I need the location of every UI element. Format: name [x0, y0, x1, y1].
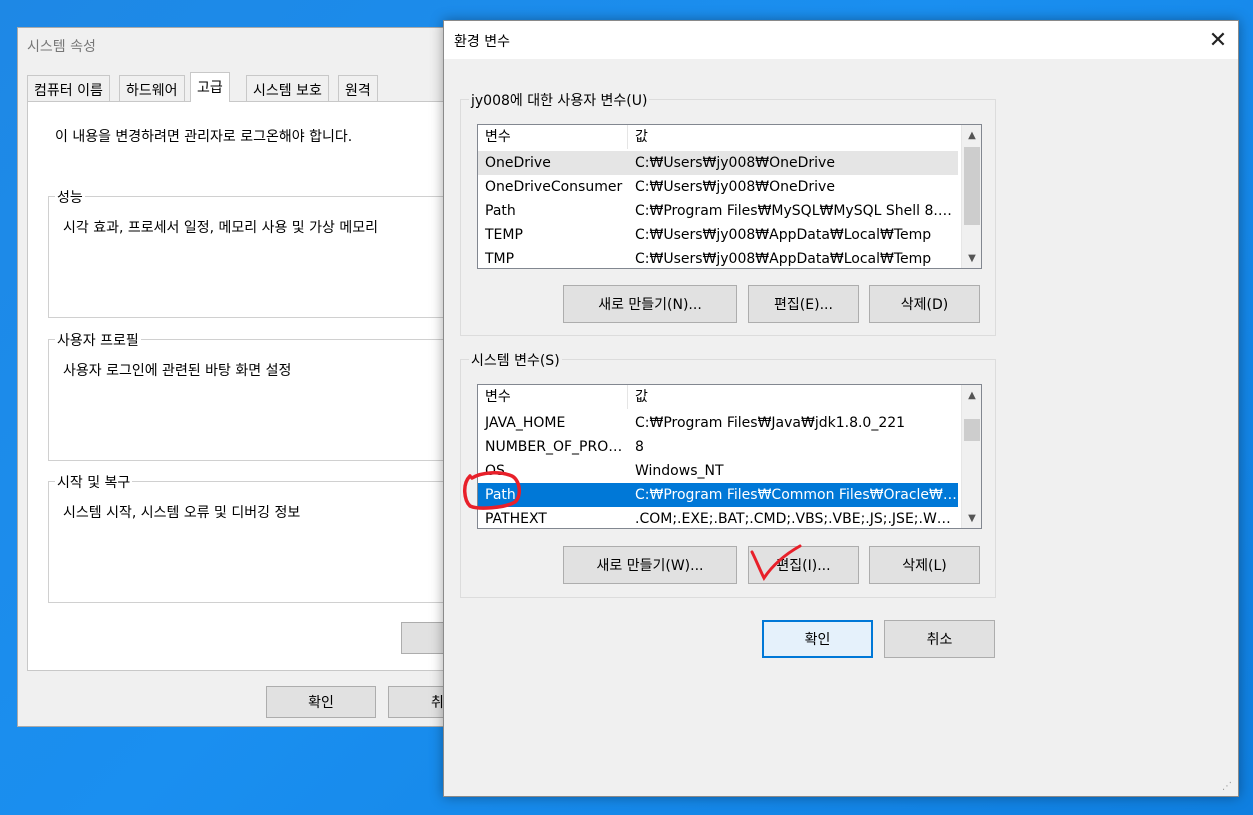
user-variables-list[interactable]: 변수 값 OneDrive C:₩Users₩jy008₩OneDrive On… [477, 124, 982, 269]
user-var-row-onedriveconsumer[interactable]: OneDriveConsumer C:₩Users₩jy008₩OneDrive [478, 175, 958, 199]
tab-hardware[interactable]: 하드웨어 [119, 75, 185, 101]
system-variables-group: 시스템 변수(S) 변수 값 JAVA_HOME C:₩Program File… [460, 350, 996, 598]
var-value: 8 [635, 439, 644, 455]
system-list-header: 변수 값 [478, 385, 958, 409]
var-value: Windows_NT [635, 463, 724, 479]
var-name: OneDrive [485, 155, 551, 171]
user-edit-button[interactable]: 편집(E)... [748, 285, 859, 323]
admin-note: 이 내용을 변경하려면 관리자로 로그온해야 합니다. [55, 129, 353, 145]
system-col-value[interactable]: 값 [628, 385, 958, 409]
env-dialog-title: 환경 변수 [454, 34, 510, 50]
tab-advanced[interactable]: 고급 [190, 72, 230, 102]
var-value: C:₩Users₩jy008₩OneDrive [635, 179, 835, 195]
tab-remote[interactable]: 원격 [338, 75, 378, 101]
user-variables-group: jy008에 대한 사용자 변수(U) 변수 값 OneDrive C:₩Use… [460, 90, 996, 336]
system-delete-button[interactable]: 삭제(L) [869, 546, 980, 584]
user-delete-button[interactable]: 삭제(D) [869, 285, 980, 323]
system-var-row-number-of-processors[interactable]: NUMBER_OF_PROC... 8 [478, 435, 958, 459]
startup-recovery-group: 시작 및 복구 시스템 시작, 시스템 오류 및 디버깅 정보 [48, 472, 468, 603]
tab-computer-name[interactable]: 컴퓨터 이름 [27, 75, 110, 101]
user-var-row-tmp[interactable]: TMP C:₩Users₩jy008₩AppData₩Local₩Temp [478, 247, 958, 268]
var-name: OneDriveConsumer [485, 179, 623, 195]
env-ok-button[interactable]: 확인 [762, 620, 873, 658]
user-var-row-path[interactable]: Path C:₩Program Files₩MySQL₩MySQL Shell … [478, 199, 958, 223]
var-value: C:₩Program Files₩Java₩jdk1.8.0_221 [635, 415, 906, 431]
system-list-scrollbar[interactable]: ▲ ▼ [961, 385, 981, 528]
user-var-row-onedrive[interactable]: OneDrive C:₩Users₩jy008₩OneDrive [478, 151, 958, 175]
user-col-value[interactable]: 값 [628, 125, 958, 149]
system-var-row-pathext[interactable]: PATHEXT .COM;.EXE;.BAT;.CMD;.VBS;.VBE;.J… [478, 507, 958, 528]
user-profile-description: 사용자 로그인에 관련된 바탕 화면 설정 [63, 363, 292, 379]
scroll-down-icon[interactable]: ▼ [962, 508, 981, 528]
close-icon[interactable]: ✕ [1198, 21, 1238, 59]
system-properties-window: 시스템 속성 컴퓨터 이름 하드웨어 고급 시스템 보호 원격 이 내용을 변경… [17, 27, 468, 727]
var-name: TEMP [485, 227, 523, 243]
var-value: C:₩Program Files₩MySQL₩MySQL Shell 8.0₩.… [635, 203, 958, 219]
var-name: TMP [485, 251, 515, 267]
environment-variables-dialog: 환경 변수 ✕ jy008에 대한 사용자 변수(U) 변수 값 OneDriv… [443, 20, 1239, 797]
system-new-button[interactable]: 새로 만들기(W)... [563, 546, 737, 584]
scroll-down-icon[interactable]: ▼ [962, 248, 981, 268]
user-col-name[interactable]: 변수 [478, 125, 628, 149]
var-name: NUMBER_OF_PROC... [485, 439, 628, 455]
env-cancel-button[interactable]: 취소 [884, 620, 995, 658]
system-var-row-os[interactable]: OS Windows_NT [478, 459, 958, 483]
user-list-scrollbar[interactable]: ▲ ▼ [961, 125, 981, 268]
var-value: C:₩Users₩jy008₩AppData₩Local₩Temp [635, 227, 932, 243]
startup-recovery-label: 시작 및 복구 [55, 472, 133, 492]
user-var-row-temp[interactable]: TEMP C:₩Users₩jy008₩AppData₩Local₩Temp [478, 223, 958, 247]
startup-recovery-description: 시스템 시작, 시스템 오류 및 디버깅 정보 [63, 505, 301, 521]
scroll-up-icon[interactable]: ▲ [962, 385, 981, 405]
sysprops-ok-button[interactable]: 확인 [266, 686, 376, 718]
system-variables-list[interactable]: 변수 값 JAVA_HOME C:₩Program Files₩Java₩jdk… [477, 384, 982, 529]
system-edit-button[interactable]: 편집(I)... [748, 546, 859, 584]
var-name: JAVA_HOME [485, 415, 566, 431]
performance-group: 성능 시각 효과, 프로세서 일정, 메모리 사용 및 가상 메모리 [48, 187, 468, 318]
system-col-name[interactable]: 변수 [478, 385, 628, 409]
scroll-thumb[interactable] [964, 147, 980, 225]
scroll-thumb[interactable] [964, 419, 980, 441]
system-var-row-path[interactable]: Path C:₩Program Files₩Common Files₩Oracl… [478, 483, 958, 507]
scroll-up-icon[interactable]: ▲ [962, 125, 981, 145]
system-var-row-java-home[interactable]: JAVA_HOME C:₩Program Files₩Java₩jdk1.8.0… [478, 411, 958, 435]
advanced-tab-panel: 이 내용을 변경하려면 관리자로 로그온해야 합니다. 성능 시각 효과, 프로… [27, 101, 468, 671]
system-variables-label: 시스템 변수(S) [469, 350, 562, 370]
user-profile-label: 사용자 프로필 [55, 330, 141, 350]
var-value: C:₩Users₩jy008₩OneDrive [635, 155, 835, 171]
var-value: C:₩Users₩jy008₩AppData₩Local₩Temp [635, 251, 932, 267]
user-variables-label: jy008에 대한 사용자 변수(U) [469, 90, 650, 110]
var-value: .COM;.EXE;.BAT;.CMD;.VBS;.VBE;.JS;.JSE;.… [635, 511, 958, 527]
user-list-header: 변수 값 [478, 125, 958, 149]
performance-description: 시각 효과, 프로세서 일정, 메모리 사용 및 가상 메모리 [63, 220, 378, 236]
env-title-bar: 환경 변수 ✕ [444, 21, 1238, 59]
tab-system-protection[interactable]: 시스템 보호 [246, 75, 329, 101]
performance-label: 성능 [55, 187, 85, 207]
user-profile-group: 사용자 프로필 사용자 로그인에 관련된 바탕 화면 설정 [48, 330, 468, 461]
var-name: OS [485, 463, 505, 479]
user-new-button[interactable]: 새로 만들기(N)... [563, 285, 737, 323]
var-name: PATHEXT [485, 511, 547, 527]
var-name: Path [485, 203, 516, 219]
var-value: C:₩Program Files₩Common Files₩Oracle₩Ja.… [635, 487, 958, 503]
system-properties-title: 시스템 속성 [27, 39, 96, 55]
var-name: Path [485, 487, 516, 503]
resize-grip-icon[interactable]: ⋰ [1222, 781, 1232, 792]
